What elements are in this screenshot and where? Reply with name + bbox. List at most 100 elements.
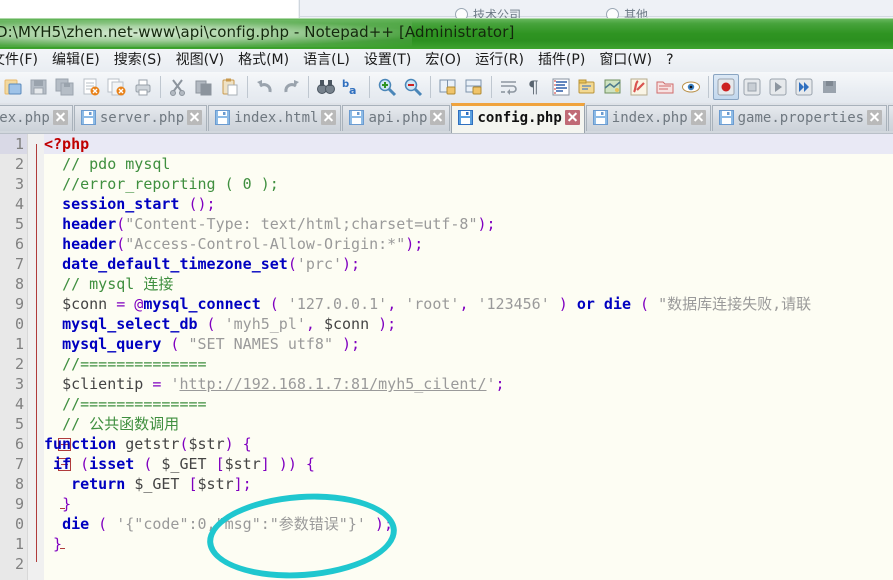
menu-item-2[interactable]: 搜索(S)	[107, 49, 169, 72]
menu-item-6[interactable]: 设置(T)	[357, 49, 418, 72]
toolbar-button-zoom-in-icon[interactable]	[375, 75, 399, 99]
code-line-9[interactable]: $conn = @mysql_connect ( '127.0.0.1', 'r…	[44, 294, 893, 314]
menu-item-5[interactable]: 语言(L)	[296, 49, 357, 72]
tab-partial-7[interactable]	[888, 105, 893, 131]
code-line-7[interactable]: date_default_timezone_set('prc');	[44, 254, 893, 274]
code-line-14[interactable]: //==============	[44, 394, 893, 414]
code-line-20[interactable]: die ( '{"code":0,"msg":"参数错误"}' );	[44, 514, 893, 534]
code-line-2[interactable]: // pdo mysql	[44, 154, 893, 174]
toolbar-button-macro-save-icon[interactable]	[818, 75, 842, 99]
code-line-4[interactable]: session_start ();	[44, 194, 893, 214]
toolbar-button-function-list-icon[interactable]	[627, 75, 651, 99]
gutter-line: 0	[0, 514, 27, 534]
code-line-18[interactable]: return $_GET [$str];	[44, 474, 893, 494]
fold-margin[interactable]	[28, 134, 44, 580]
code-line-19[interactable]: }	[44, 494, 893, 514]
menu-item-8[interactable]: 运行(R)	[468, 49, 531, 72]
toolbar-button-sync-horizontal-icon[interactable]	[462, 75, 486, 99]
tab-game-properties-6[interactable]: game.properties	[712, 105, 887, 131]
toolbar-button-redo-icon[interactable]	[279, 75, 303, 99]
line-number: 4	[15, 194, 24, 214]
line-number: 7	[15, 254, 24, 274]
menu-item-0[interactable]: 文件(F)	[0, 49, 45, 72]
toolbar-button-doc-map-icon[interactable]	[601, 75, 625, 99]
menu-item-4[interactable]: 格式(M)	[231, 49, 296, 72]
tab-save-state-icon	[593, 110, 608, 125]
toolbar-button-close-all-icon[interactable]	[105, 75, 129, 99]
menu-bar[interactable]: 文件(F)编辑(E)搜索(S)视图(V)格式(M)语言(L)设置(T)宏(O)运…	[0, 49, 893, 73]
tab-config-php-4[interactable]: config.php	[451, 103, 584, 133]
menu-item-7[interactable]: 宏(O)	[418, 49, 468, 72]
toolbar-button-macro-run-multiple-icon[interactable]	[792, 75, 816, 99]
tab-save-state-icon	[215, 110, 230, 125]
toolbar-button-save-icon[interactable]	[27, 75, 51, 99]
toolbar-button-sync-vertical-icon[interactable]	[436, 75, 460, 99]
toolbar-button-replace-icon[interactable]: ba	[340, 75, 364, 99]
toolbar-button-indent-guide-icon[interactable]	[549, 75, 573, 99]
toolbar-button-print-icon[interactable]	[131, 75, 155, 99]
toolbar-button-user-language-icon[interactable]	[575, 75, 599, 99]
code-token: );	[333, 335, 360, 353]
toolbar-button-undo-icon[interactable]	[253, 75, 277, 99]
toolbar-button-macro-play-icon[interactable]	[766, 75, 790, 99]
menu-item-9[interactable]: 插件(P)	[531, 49, 592, 72]
toolbar-button-folder-as-workspace-icon[interactable]	[653, 75, 677, 99]
close-icon[interactable]	[691, 110, 706, 125]
notepadpp-window: 技术公司 其他 D:\MYH5\zhen.net-www\api\config.…	[0, 0, 893, 580]
background-radio-2[interactable]	[606, 8, 619, 18]
toolbar-button-word-wrap-icon[interactable]	[497, 75, 521, 99]
menu-item-10[interactable]: 窗口(W)	[592, 49, 659, 72]
code-line-11[interactable]: mysql_query ( "SET NAMES utf8" );	[44, 334, 893, 354]
title-bar[interactable]: D:\MYH5\zhen.net-www\api\config.php - No…	[0, 18, 893, 49]
code-line-15[interactable]: // 公共函数调用	[44, 414, 893, 434]
tab-index-html-2[interactable]: index.html	[208, 105, 341, 131]
code-line-10[interactable]: mysql_select_db ( 'myh5_pl', $conn );	[44, 314, 893, 334]
code-line-3[interactable]: //error_reporting ( 0 );	[44, 174, 893, 194]
menu-item-1[interactable]: 编辑(E)	[45, 49, 107, 72]
close-icon[interactable]	[867, 110, 882, 125]
code-line-21[interactable]: }	[44, 534, 893, 554]
toolbar-button-monitoring-icon[interactable]	[679, 75, 703, 99]
tab-bar[interactable]: index.php server.php index.html api.php …	[0, 103, 893, 134]
gutter-line: 6	[0, 434, 27, 454]
code-line-17[interactable]: if (isset ( $_GET [$str] )) {	[44, 454, 893, 474]
toolbar-button-close-file-icon[interactable]	[79, 75, 103, 99]
code-token: (	[89, 515, 116, 533]
close-file-icon	[81, 77, 101, 97]
code-token: // mysql 连接	[62, 275, 173, 293]
code-text-area[interactable]: <?php // pdo mysql //error_reporting ( 0…	[44, 134, 893, 580]
toolbar-button-macro-stop-icon[interactable]	[740, 75, 764, 99]
code-editor[interactable]: 1234567890123456789012 <?php // pdo mysq…	[0, 134, 893, 580]
code-line-22[interactable]	[44, 554, 893, 574]
code-line-1[interactable]: <?php	[44, 134, 893, 154]
toolbar-button-new-file-icon[interactable]	[1, 75, 25, 99]
close-icon[interactable]	[53, 110, 68, 125]
close-icon[interactable]	[430, 110, 445, 125]
toolbar-button-cut-icon[interactable]	[166, 75, 190, 99]
toolbar-button-save-all-icon[interactable]	[53, 75, 77, 99]
toolbar-button-zoom-out-icon[interactable]	[401, 75, 425, 99]
code-line-16[interactable]: function getstr($str) {	[44, 434, 893, 454]
tab-api-php-3[interactable]: api.php	[342, 105, 450, 131]
close-icon[interactable]	[187, 110, 202, 125]
code-token: $_GET	[134, 475, 179, 493]
menu-item-11[interactable]: ?	[659, 49, 680, 72]
code-line-6[interactable]: header("Access-Control-Allow-Origin:*");	[44, 234, 893, 254]
toolbar-button-show-all-chars-icon[interactable]: ¶	[523, 75, 547, 99]
toolbar-button-copy-icon[interactable]	[192, 75, 216, 99]
close-icon[interactable]	[321, 110, 336, 125]
toolbar-button-find-icon[interactable]	[314, 75, 338, 99]
close-icon[interactable]	[565, 110, 580, 125]
code-line-13[interactable]: $clientip = 'http://192.168.1.7:81/myh5_…	[44, 374, 893, 394]
toolbar-button-macro-record-icon[interactable]	[713, 74, 739, 100]
code-line-5[interactable]: header("Content-Type: text/html;charset=…	[44, 214, 893, 234]
code-line-8[interactable]: // mysql 连接	[44, 274, 893, 294]
tab-index-php-0[interactable]: index.php	[0, 105, 73, 131]
background-radio-1[interactable]	[455, 8, 468, 18]
toolbar-button-paste-icon[interactable]	[218, 75, 242, 99]
code-line-12[interactable]: //==============	[44, 354, 893, 374]
tab-index-php-5[interactable]: index.php	[586, 105, 711, 131]
toolbar[interactable]: ba ¶	[0, 72, 893, 105]
menu-item-3[interactable]: 视图(V)	[169, 49, 232, 72]
tab-server-php-1[interactable]: server.php	[74, 105, 207, 131]
